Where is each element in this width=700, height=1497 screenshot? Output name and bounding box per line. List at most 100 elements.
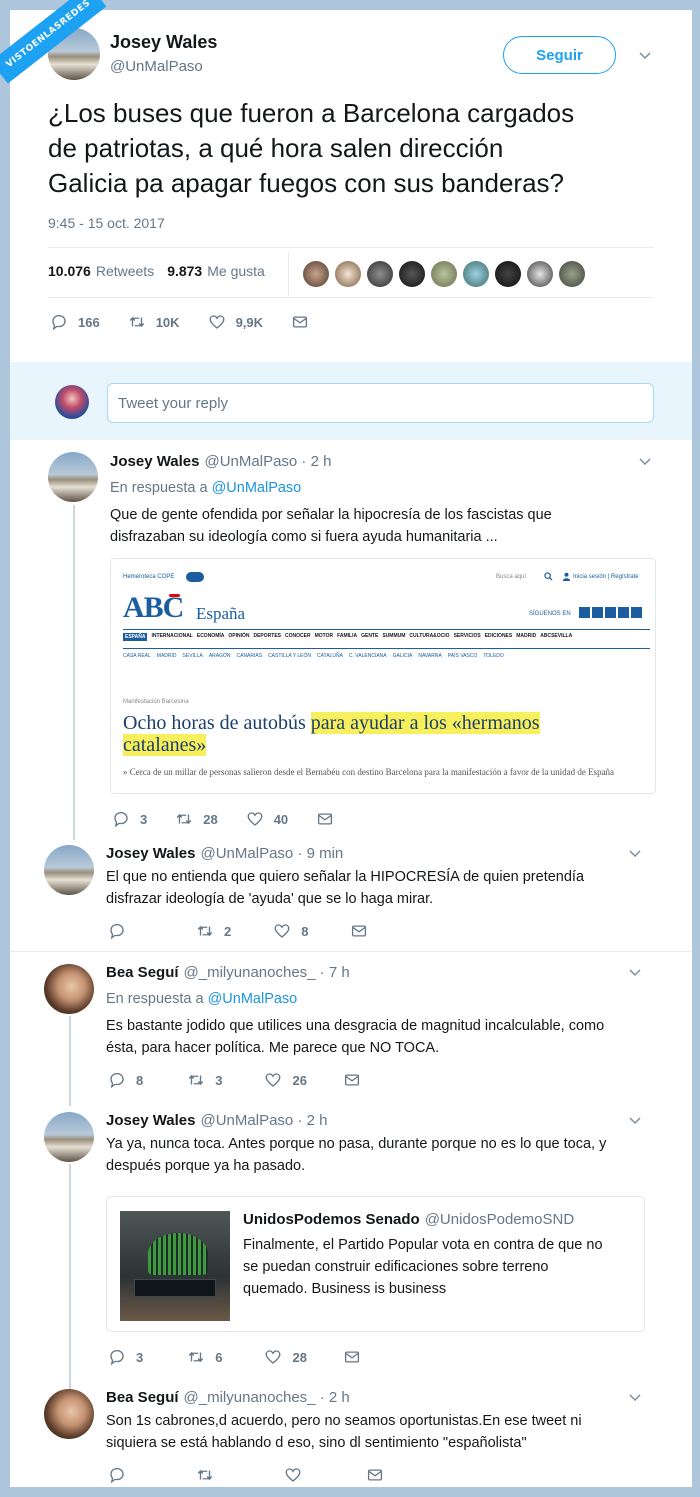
in-reply-to-handle[interactable]: @UnMalPaso (212, 480, 302, 496)
retweet-button[interactable]: 6 (187, 1348, 222, 1366)
reply-avatar[interactable] (44, 1389, 94, 1439)
reply-author-name[interactable]: Josey Wales (110, 453, 200, 470)
user-icon (562, 572, 571, 581)
abc-nav-item: ABCSEVILLA (540, 633, 573, 639)
chevron-down-icon[interactable] (638, 49, 652, 63)
envelope-icon (344, 1074, 359, 1086)
likes-label[interactable]: Me gusta (207, 263, 265, 279)
reply-author-handle[interactable]: @_milyunanoches_ · 2 h (184, 1389, 350, 1406)
main-tweet-line: Galicia pa apagar fuegos con sus bandera… (48, 168, 565, 198)
reply-input[interactable]: Tweet your reply (107, 383, 654, 423)
retweet-count: 3 (215, 1072, 223, 1088)
thread-line (69, 1164, 71, 1389)
reply-count: 3 (136, 1349, 144, 1365)
chevron-down-icon[interactable] (628, 1114, 642, 1128)
main-tweet-actions: 166 10K 9,9K (50, 313, 347, 331)
direct-message-button[interactable] (366, 1466, 394, 1484)
abc-headline-highlight: catalanes» (123, 734, 207, 756)
reply-button[interactable]: 8 (108, 1071, 143, 1089)
direct-message-button[interactable] (343, 1071, 371, 1089)
liker-avatar[interactable] (431, 261, 457, 287)
abc-nav-item: GENTE (361, 633, 379, 639)
like-button[interactable]: 28 (264, 1348, 307, 1366)
article-image[interactable]: Hemeroteca COPE Busca aquí Inicia sesión… (110, 558, 656, 794)
abc-nav-item: MADRID (516, 633, 537, 639)
liker-avatar[interactable] (367, 261, 393, 287)
like-count: 26 (292, 1072, 307, 1088)
abc-subnav-item: ARAGÓN (208, 653, 231, 659)
retweets-label[interactable]: Retweets (96, 263, 154, 279)
liker-avatar[interactable] (335, 261, 361, 287)
reply-header: Bea Seguí @_milyunanoches_ · 7 h (106, 964, 350, 981)
in-reply-to: En respuesta a @UnMalPaso (106, 991, 297, 1007)
reply-avatar[interactable] (44, 1112, 94, 1162)
likes-count[interactable]: 9.873 (167, 263, 202, 279)
retweet-count: 10K (155, 314, 180, 330)
direct-message-button[interactable] (291, 313, 319, 331)
thread-line (69, 1016, 71, 1106)
chevron-down-icon[interactable] (628, 966, 642, 980)
liker-avatar[interactable] (463, 261, 489, 287)
reply-author-name[interactable]: Bea Seguí (106, 1389, 179, 1406)
like-button[interactable]: 26 (264, 1071, 307, 1089)
chevron-down-icon[interactable] (628, 847, 642, 861)
envelope-icon (367, 1469, 383, 1481)
abc-nav-rule (123, 648, 650, 649)
quoted-tweet-image (120, 1211, 230, 1321)
reply-button[interactable] (108, 922, 136, 940)
retweet-button[interactable]: 10K (128, 313, 180, 331)
reply-avatar[interactable] (44, 964, 94, 1014)
envelope-icon (318, 813, 333, 825)
reply-button[interactable] (108, 1466, 136, 1484)
abc-nav-item: CULTURA&OCIO (409, 633, 450, 639)
follow-button[interactable]: Seguir (503, 36, 616, 74)
reply-author-name[interactable]: Josey Wales (106, 845, 196, 862)
liker-avatar[interactable] (495, 261, 521, 287)
direct-message-button[interactable] (316, 810, 344, 828)
heart-icon (274, 924, 290, 938)
liker-avatar[interactable] (559, 261, 585, 287)
author-handle[interactable]: @UnMalPaso (110, 58, 203, 75)
like-button[interactable]: 8 (273, 922, 308, 940)
reply-icon (110, 923, 124, 940)
retweets-count[interactable]: 10.076 (48, 263, 91, 279)
retweet-button[interactable]: 28 (175, 810, 218, 828)
liker-avatar[interactable] (399, 261, 425, 287)
reply-author-handle[interactable]: @_milyunanoches_ · 7 h (184, 964, 350, 981)
reply-author-name[interactable]: Josey Wales (106, 1112, 196, 1129)
reply-button[interactable]: 3 (108, 1348, 143, 1366)
abc-social-icons (579, 607, 642, 618)
direct-message-button[interactable] (350, 922, 378, 940)
reply-button[interactable]: 166 (50, 313, 100, 331)
retweet-button[interactable]: 3 (187, 1071, 222, 1089)
tweet-timestamp[interactable]: 9:45 - 15 oct. 2017 (48, 215, 165, 231)
direct-message-button[interactable] (343, 1348, 371, 1366)
abc-subnav-item: CASA REAL (123, 653, 151, 659)
in-reply-to-handle[interactable]: @UnMalPaso (208, 991, 298, 1007)
like-button[interactable]: 9,9K (208, 313, 263, 331)
liker-avatar[interactable] (303, 261, 329, 287)
chevron-down-icon[interactable] (638, 455, 652, 469)
abc-nav-item: MOTOR (314, 633, 334, 639)
author-name[interactable]: Josey Wales (110, 32, 217, 53)
reply-icon (110, 1072, 124, 1089)
reply-button[interactable]: 3 (112, 810, 147, 828)
quoted-text: Finalmente, el Partido Popular vota en c… (243, 1234, 603, 1300)
retweet-button[interactable]: 2 (196, 922, 231, 940)
like-count: 28 (292, 1349, 307, 1365)
retweet-button[interactable] (196, 1466, 224, 1484)
reply-header: Josey Wales @UnMalPaso · 2 h (110, 453, 331, 470)
reply-avatar[interactable] (44, 845, 94, 895)
chevron-down-icon[interactable] (628, 1391, 642, 1405)
reply-author-name[interactable]: Bea Seguí (106, 964, 179, 981)
reply-author-handle[interactable]: @UnMalPaso · 2 h (205, 453, 332, 470)
reply-author-handle[interactable]: @UnMalPaso · 9 min (201, 845, 344, 862)
like-button[interactable] (284, 1466, 312, 1484)
reply-avatar[interactable] (48, 452, 98, 502)
current-user-avatar[interactable] (55, 385, 89, 419)
like-button[interactable]: 40 (246, 810, 288, 828)
abc-summary-text: Cerca de un millar de personas salieron … (129, 767, 615, 777)
liker-avatar[interactable] (527, 261, 553, 287)
reply-author-handle[interactable]: @UnMalPaso · 2 h (201, 1112, 328, 1129)
quoted-tweet[interactable]: UnidosPodemos Senado @UnidosPodemoSND Fi… (106, 1196, 645, 1332)
